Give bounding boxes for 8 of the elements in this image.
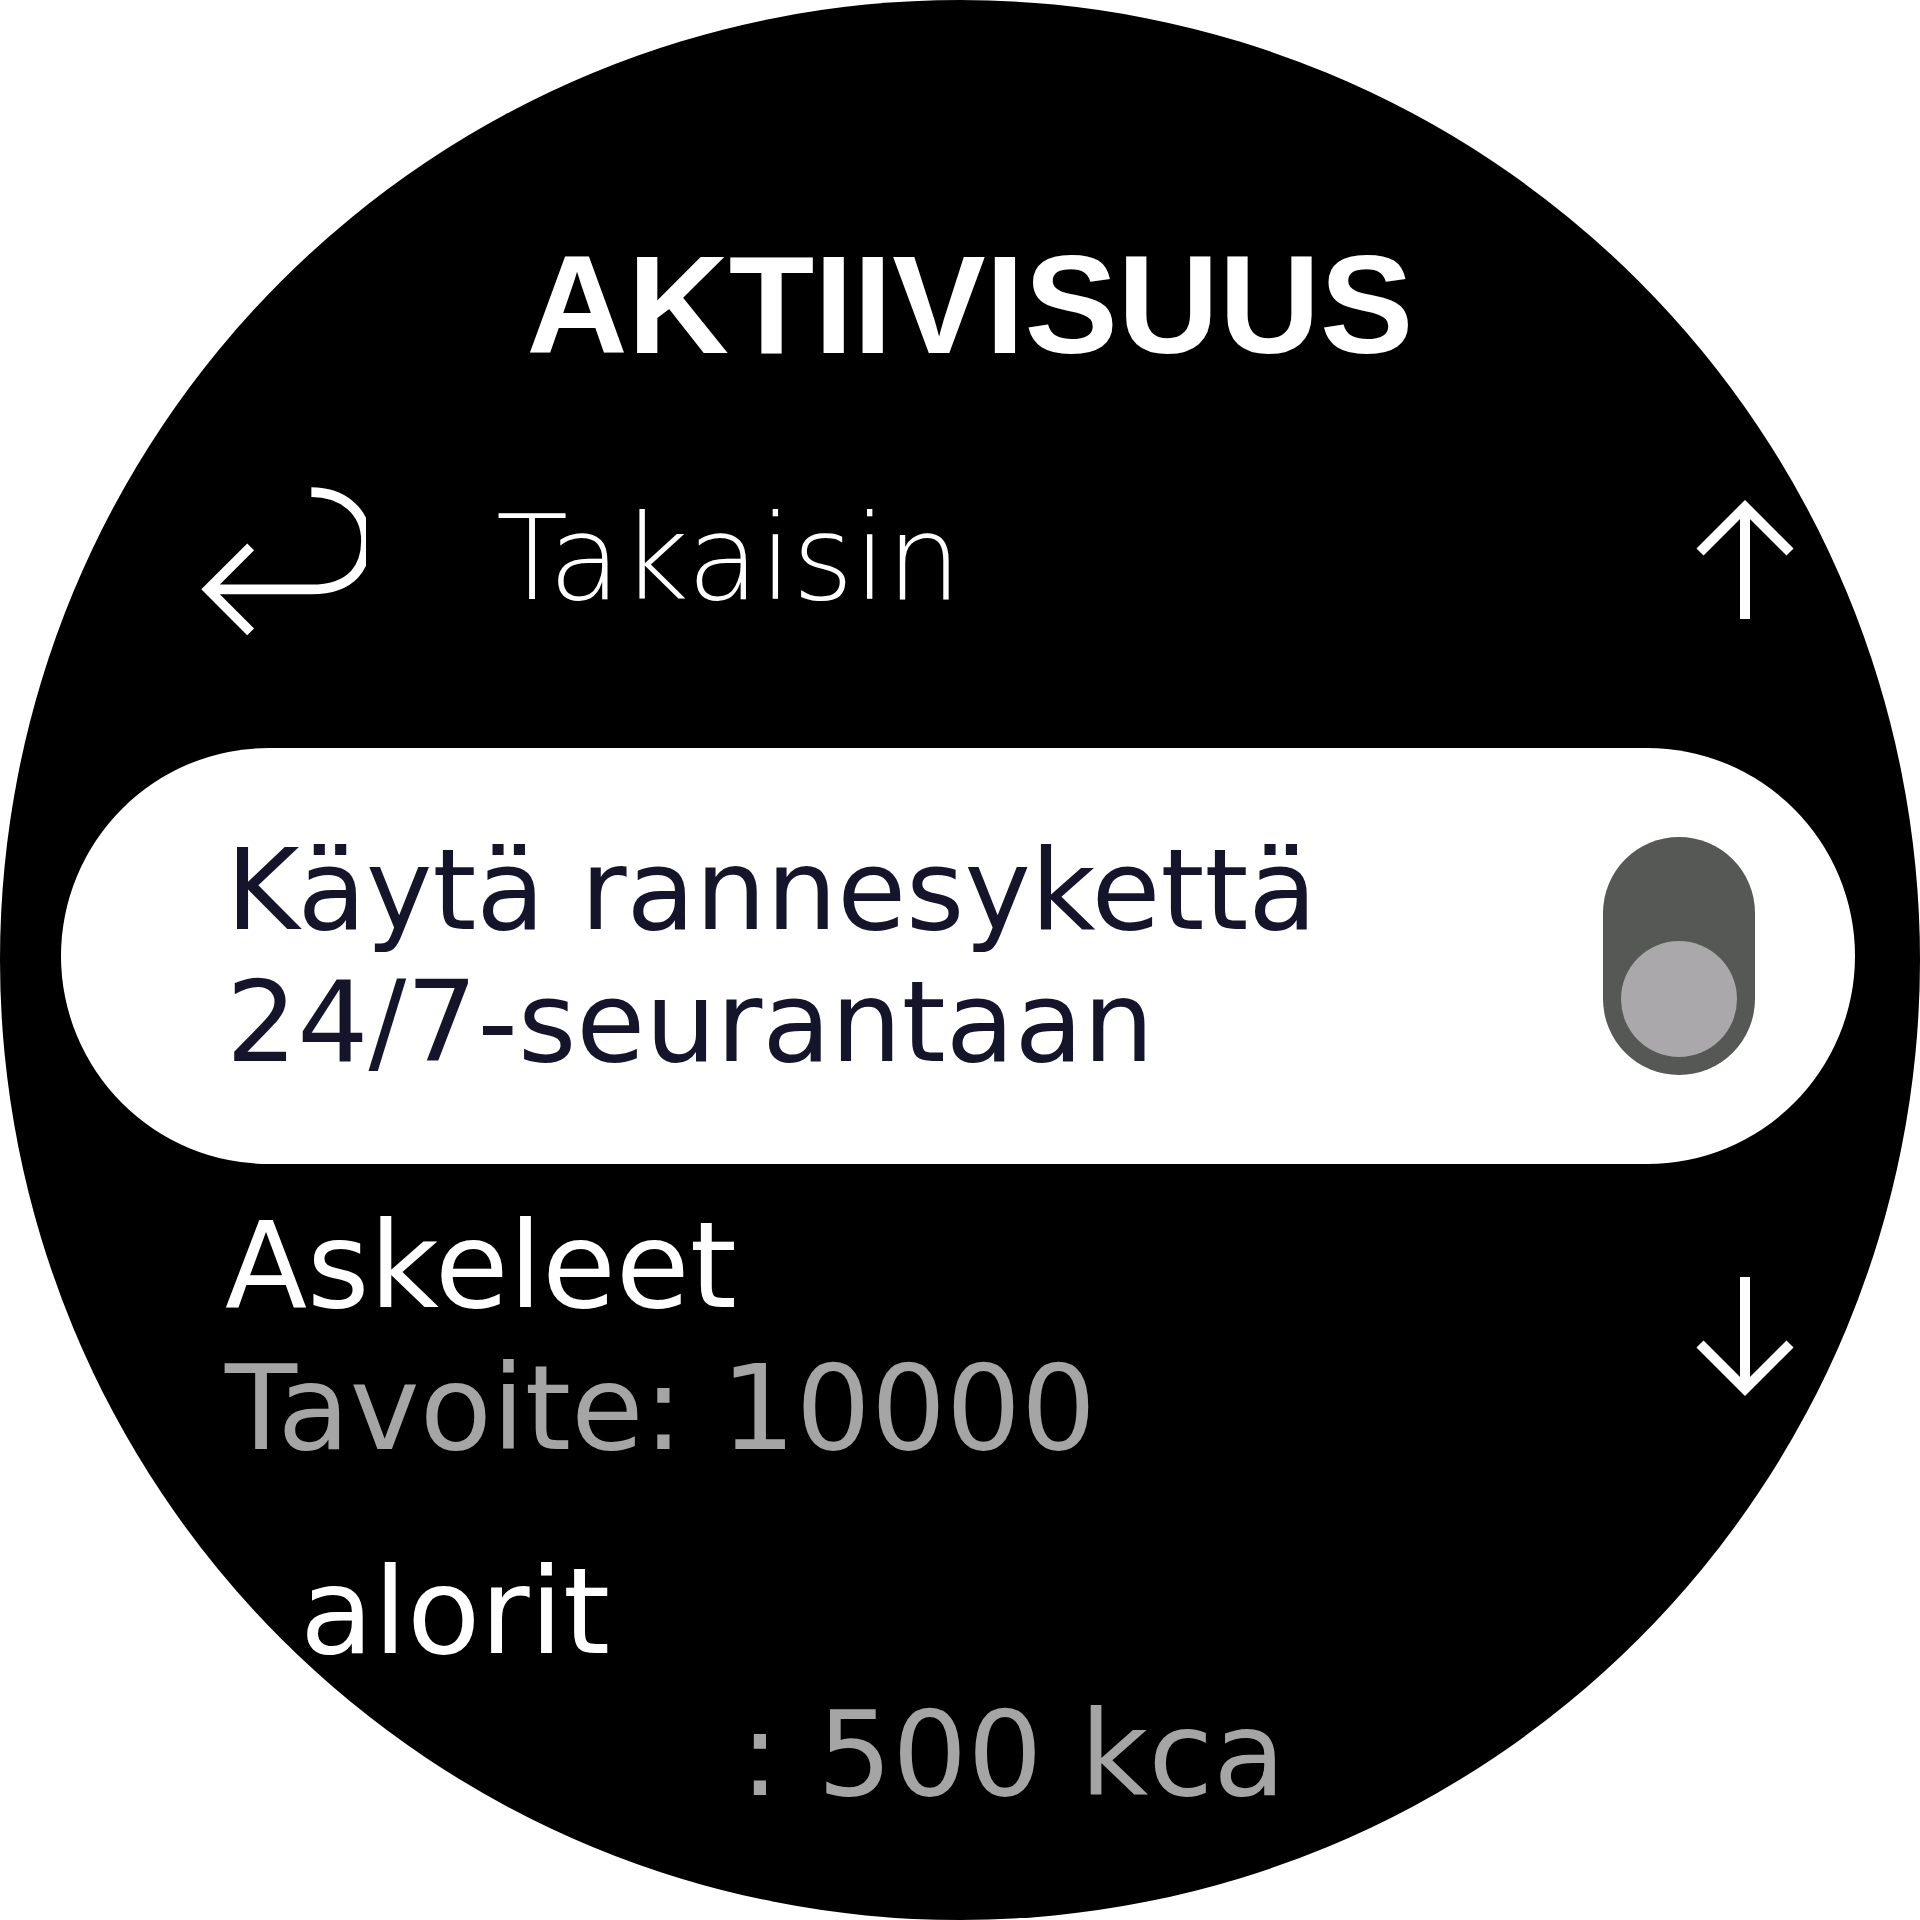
goal-value: Tavoite: 10000 — [225, 1338, 1097, 1479]
back-label[interactable]: Takaisin — [496, 494, 1690, 624]
item-label: Käytä rannesykettä 24/7-seurantaan — [226, 823, 1318, 1089]
goal-value: : 500 kca — [740, 1683, 1286, 1825]
menu-item[interactable]: Käytä rannesykettä 24/7-seurantaan — [61, 748, 1855, 1164]
screen-title: AKTIIVISUUS — [526, 235, 1414, 375]
item-label[interactable]: alorit — [300, 1539, 611, 1684]
item-label[interactable]: Askeleet — [225, 1194, 737, 1338]
